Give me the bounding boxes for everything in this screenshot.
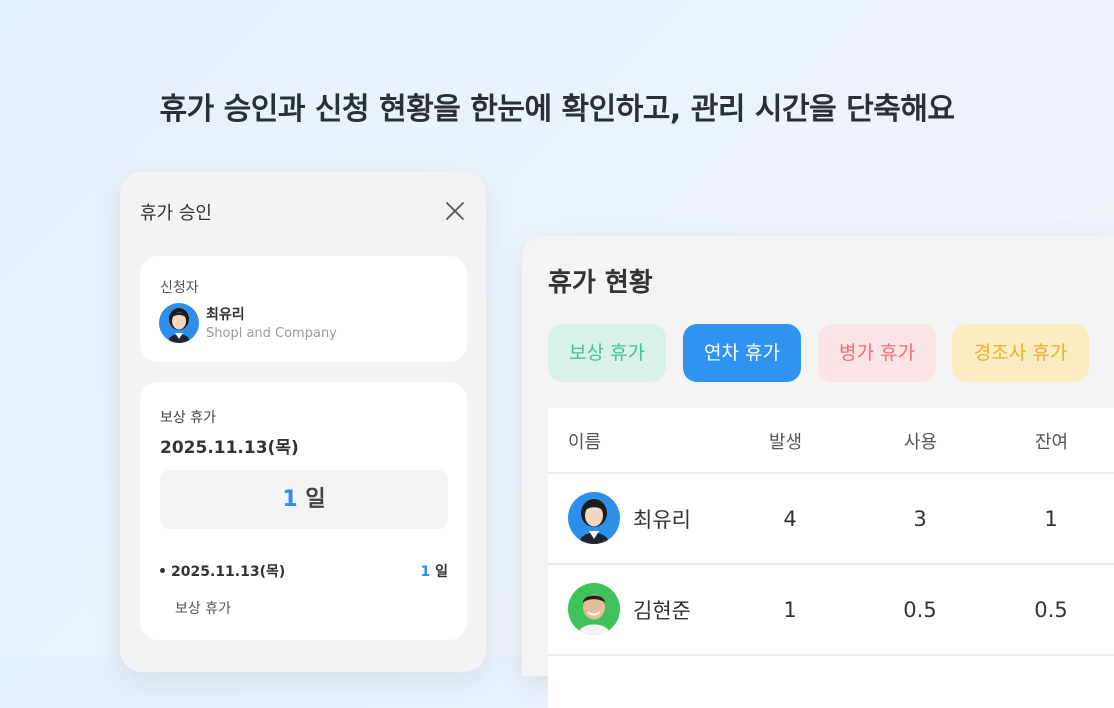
cell-used: 3 [913, 507, 927, 531]
close-icon[interactable] [444, 200, 466, 222]
cell-used: 0.5 [903, 598, 937, 622]
cell-issued: 4 [783, 507, 797, 531]
column-header-used: 사용 [904, 432, 938, 453]
cell-name: 최유리 [633, 508, 691, 532]
column-header-remaining: 잔여 [1035, 432, 1069, 453]
leave-status-panel: 휴가 현황 보상 휴가 연차 휴가 병가 휴가 경조사 휴가 이름 발생 사용 … [522, 236, 1114, 708]
item-days-number: 1 [420, 564, 431, 580]
days-unit: 일 [305, 487, 326, 512]
leave-detail-card: 보상 휴가 2025.11.13(목) 1 일 2025.11.13(목) 1 … [140, 382, 467, 640]
item-date: 2025.11.13(목) [171, 564, 286, 580]
applicant-company: Shopl and Company [206, 326, 337, 341]
cell-issued: 1 [783, 598, 797, 622]
panel-title: 휴가 현황 [548, 268, 653, 298]
applicant-card: 신청자 최유리 Shopl and Company [140, 256, 467, 362]
item-days-unit: 일 [435, 564, 448, 580]
bullet-icon [160, 567, 165, 573]
days-number: 1 [282, 487, 298, 512]
column-header-name: 이름 [568, 432, 602, 453]
leave-date: 2025.11.13(목) [160, 438, 299, 458]
divider [548, 563, 1114, 565]
chip-sick-leave[interactable]: 병가 휴가 [818, 324, 936, 382]
chip-family-event-leave[interactable]: 경조사 휴가 [952, 324, 1089, 382]
chip-compensatory-leave[interactable]: 보상 휴가 [548, 324, 666, 382]
chip-annual-leave[interactable]: 연차 휴가 [683, 324, 801, 382]
avatar [568, 492, 620, 544]
item-type: 보상 휴가 [175, 601, 231, 617]
cell-remaining: 0.5 [1034, 598, 1068, 622]
page-headline: 휴가 승인과 신청 현황을 한눈에 확인하고, 관리 시간을 단축해요 [159, 92, 955, 127]
leave-approval-panel: 휴가 승인 신청자 최유리 Shopl and Company 보상 휴가 20… [120, 172, 486, 672]
applicant-label: 신청자 [160, 280, 199, 296]
cell-name: 김현준 [633, 599, 691, 623]
leave-type: 보상 휴가 [160, 410, 216, 426]
item-days: 1 일 [420, 561, 448, 581]
list-item: 2025.11.13(목) 1 일 [160, 561, 448, 583]
divider [548, 472, 1114, 474]
avatar [159, 303, 199, 343]
cell-remaining: 1 [1044, 507, 1058, 531]
column-header-issued: 발생 [769, 432, 803, 453]
applicant-name: 최유리 [206, 307, 245, 323]
panel-title: 휴가 승인 [140, 203, 212, 224]
leave-table: 이름 발생 사용 잔여 최유리 4 3 1 김현준 1 0.5 0.5 [548, 408, 1114, 708]
leave-days-box: 1 일 [160, 470, 448, 529]
avatar [568, 583, 620, 635]
